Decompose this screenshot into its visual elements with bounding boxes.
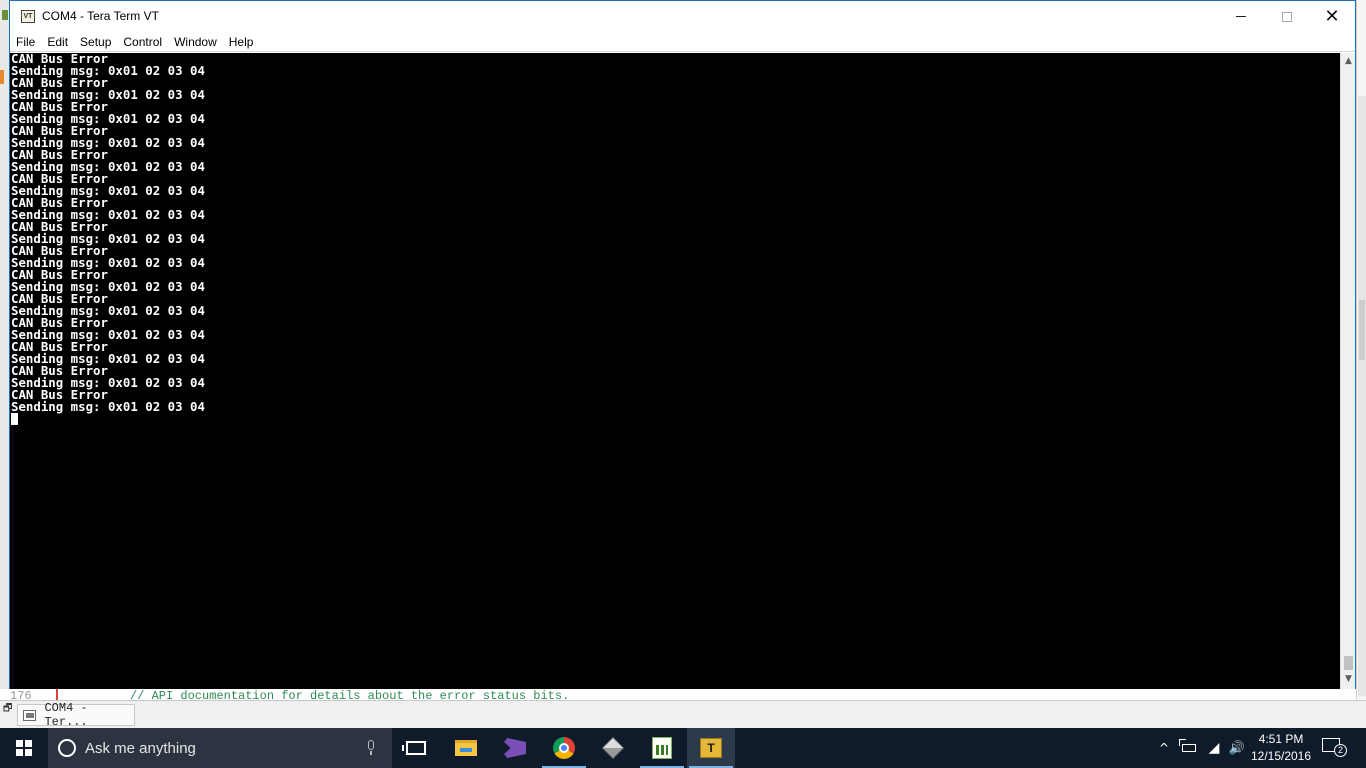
minimized-window-bar: 🗗 COM4 - Ter...	[0, 700, 1366, 729]
battery-icon[interactable]	[1179, 728, 1198, 768]
chrome-icon	[553, 737, 575, 759]
task-view-button[interactable]	[392, 728, 440, 768]
action-center-button[interactable]: 2	[1322, 738, 1347, 757]
menu-setup[interactable]: Setup	[74, 32, 117, 52]
editor-code-text: // API documentation for details about t…	[130, 689, 570, 700]
terminal-lines: CAN Bus Error Sending msg: 0x01 02 03 04 C…	[11, 53, 205, 413]
clock-time: 4:51 PM	[1258, 732, 1304, 746]
start-button[interactable]	[0, 728, 48, 768]
scrollbar-thumb[interactable]	[1344, 656, 1353, 670]
taskbar-tera-term[interactable]: T	[687, 728, 735, 768]
background-editor-line: 176 // API documentation for details abo…	[0, 689, 1356, 700]
title-bar[interactable]: VT COM4 - Tera Term VT ✕	[10, 1, 1355, 32]
taskbar-3d-app[interactable]	[589, 728, 637, 768]
close-icon: ✕	[1324, 5, 1340, 27]
terminal-line: Sending msg: 0x01 02 03 04	[11, 399, 205, 414]
background-window-right-edge	[1356, 0, 1366, 700]
cortana-search-box[interactable]: Ask me anything	[48, 728, 392, 768]
terminal-output[interactable]: CAN Bus Error Sending msg: 0x01 02 03 04 C…	[10, 53, 1340, 689]
menu-file[interactable]: File	[10, 32, 41, 52]
maximize-button[interactable]	[1264, 1, 1310, 32]
scroll-down-arrow-icon[interactable]: ▼	[1341, 672, 1356, 687]
file-explorer-icon	[455, 740, 477, 756]
close-button[interactable]: ✕	[1309, 1, 1355, 32]
editor-line-number: 176	[10, 689, 32, 700]
taskbar-file-explorer[interactable]	[442, 728, 490, 768]
cube-app-icon	[601, 736, 625, 760]
menu-window[interactable]: Window	[168, 32, 223, 52]
task-view-icon	[402, 741, 426, 755]
microphone-icon[interactable]	[366, 740, 376, 756]
minimize-icon	[1236, 16, 1246, 17]
tera-term-window: VT COM4 - Tera Term VT ✕ File Edit Setup…	[9, 0, 1356, 689]
background-app-icon	[2, 10, 8, 20]
visual-studio-icon	[504, 738, 526, 758]
search-placeholder: Ask me anything	[85, 739, 196, 757]
background-scrollbar[interactable]	[1358, 96, 1366, 696]
terminal-cursor	[11, 413, 18, 425]
scroll-up-arrow-icon[interactable]: ▲	[1341, 54, 1356, 69]
windows-logo-icon	[16, 740, 32, 756]
menu-control[interactable]: Control	[117, 32, 168, 52]
taskbar-visual-studio[interactable]	[491, 728, 539, 768]
tera-term-taskbar-icon: T	[700, 738, 722, 758]
terminal-window-icon	[23, 709, 37, 721]
menu-help[interactable]: Help	[223, 32, 260, 52]
volume-icon[interactable]: 🔊	[1228, 728, 1246, 768]
minimize-button[interactable]	[1218, 1, 1264, 32]
taskbar-chrome[interactable]	[540, 728, 588, 768]
minimized-window-label: COM4 - Ter...	[44, 701, 88, 729]
menu-bar: File Edit Setup Control Window Help	[10, 32, 1355, 52]
tera-term-icon[interactable]: VT	[21, 10, 35, 23]
notification-count: 2	[1334, 744, 1347, 757]
taskbar-chart-app[interactable]	[638, 728, 686, 768]
background-scrollbar-thumb[interactable]	[1359, 300, 1365, 360]
editor-gutter-marker	[56, 689, 58, 700]
desktop: 176 // API documentation for details abo…	[0, 0, 1366, 768]
background-marker	[0, 70, 4, 84]
window-title: COM4 - Tera Term VT	[42, 9, 159, 23]
menu-edit[interactable]: Edit	[41, 32, 74, 52]
maximize-icon	[1282, 11, 1292, 22]
vertical-scrollbar[interactable]: ▲ ▼	[1340, 53, 1355, 689]
windows-taskbar: Ask me anything T ^ ◢ 🔊 4:51 PM 12/15/20…	[0, 728, 1366, 768]
cortana-icon	[58, 739, 76, 757]
restore-icon[interactable]: 🗗	[3, 704, 13, 714]
chart-app-icon	[652, 737, 672, 759]
system-clock[interactable]: 4:51 PM 12/15/2016	[1250, 731, 1312, 765]
clock-date: 12/15/2016	[1250, 749, 1312, 763]
wifi-icon[interactable]: ◢	[1204, 728, 1224, 768]
minimized-window-tab[interactable]: COM4 - Ter...	[17, 701, 135, 729]
show-hidden-icons-chevron-icon[interactable]: ^	[1156, 728, 1172, 768]
